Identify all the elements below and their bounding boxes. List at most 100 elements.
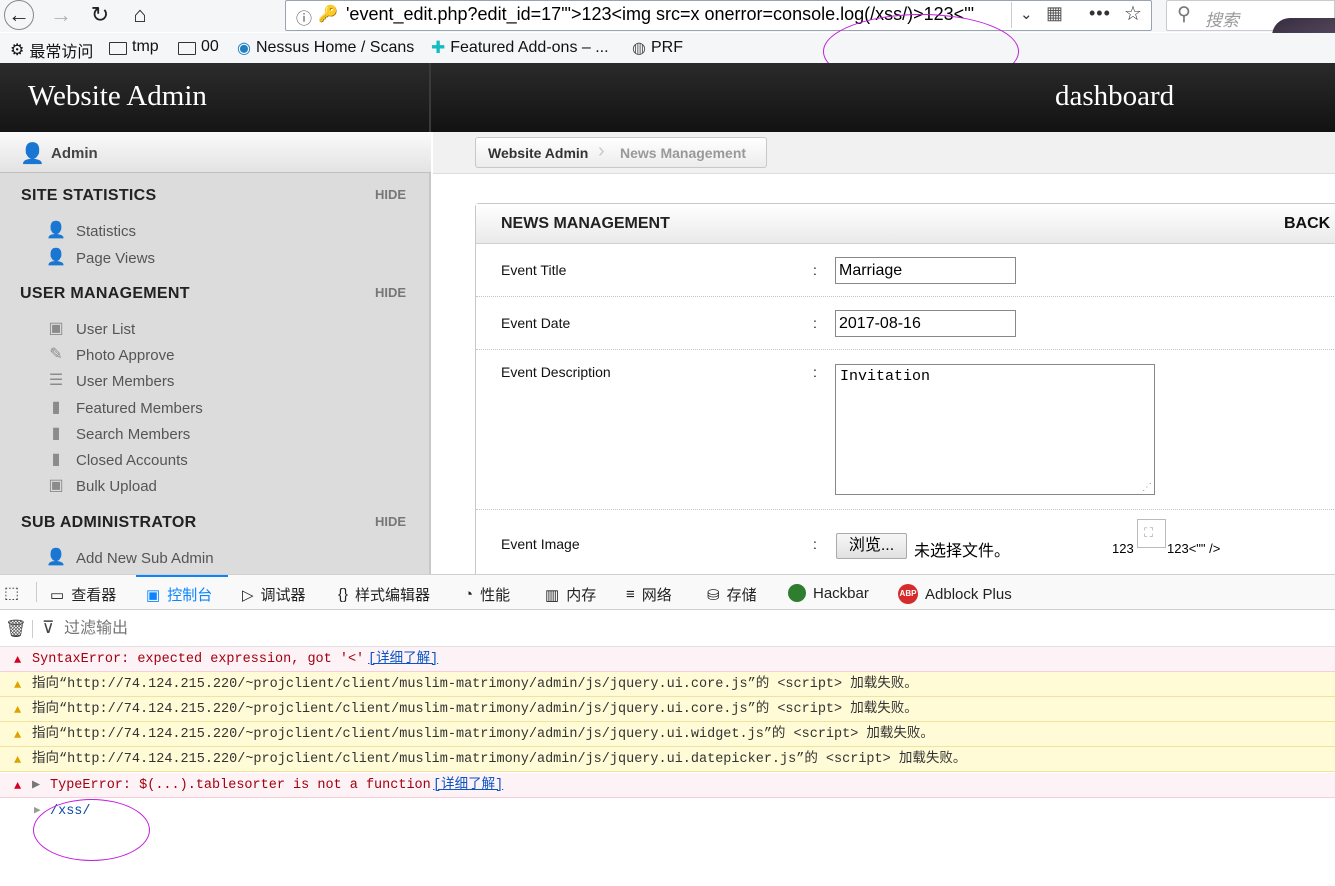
- sidebar-item-add-sub-admin[interactable]: 👤 Add New Sub Admin: [46, 548, 214, 568]
- console-warning: ▲ 指向“http://74.124.215.220/~projclient/c…: [0, 747, 1335, 772]
- event-image-label: Event Image: [501, 536, 580, 552]
- sidebar-item-user-members[interactable]: ☰ User Members: [46, 371, 175, 391]
- sidebar-item-photo-approve[interactable]: ✎ Photo Approve: [46, 345, 174, 365]
- sidebar-item-label: Add New Sub Admin: [76, 549, 214, 567]
- tab-performance[interactable]: ◔ 性能: [464, 584, 510, 605]
- qr-code-icon[interactable]: ▦: [1046, 3, 1063, 24]
- database-icon: ⛁: [707, 586, 720, 604]
- reload-button[interactable]: ↻: [84, 0, 116, 30]
- hide-toggle[interactable]: HIDE: [375, 187, 406, 202]
- no-file-text: 未选择文件。: [914, 543, 1011, 560]
- sidebar-item-featured-members[interactable]: ▮ Featured Members: [46, 398, 203, 418]
- user-add-icon: 👤: [46, 549, 66, 566]
- learn-more-link[interactable]: [详细了解]: [368, 647, 438, 672]
- event-title-input[interactable]: [835, 257, 1016, 284]
- message-text: 指向“http://74.124.215.220/~projclient/cli…: [32, 752, 967, 767]
- element-picker-icon[interactable]: ⬚: [4, 583, 19, 603]
- tab-label: 存储: [726, 587, 757, 604]
- divider: [36, 582, 37, 602]
- sidebar-item-statistics[interactable]: 👤 Statistics: [46, 221, 136, 241]
- message-text: 指向“http://74.124.215.220/~projclient/cli…: [32, 677, 918, 692]
- filter-input[interactable]: [64, 617, 464, 641]
- sidebar-item-closed-accounts[interactable]: ▮ Closed Accounts: [46, 450, 188, 470]
- url-divider: [1011, 2, 1012, 28]
- sidebar-item-label: Statistics: [76, 222, 137, 240]
- more-icon[interactable]: •••: [1089, 3, 1111, 24]
- bookmark-addons[interactable]: ✚ Featured Add-ons – ...: [431, 38, 609, 58]
- tab-label: 网络: [641, 587, 672, 604]
- tab-label: 样式编辑器: [355, 587, 431, 604]
- bookmark-icon: ▮: [51, 451, 61, 468]
- resize-grip-icon[interactable]: ⋰: [1142, 482, 1152, 494]
- sidebar-item-user-list[interactable]: ▣ User List: [46, 319, 135, 339]
- tab-inspector[interactable]: ▭ 查看器: [50, 584, 116, 605]
- bookmark-most-visited[interactable]: ⚙ 最常访问: [10, 38, 93, 62]
- forward-button[interactable]: →: [45, 0, 77, 30]
- back-button[interactable]: BACK: [1284, 215, 1330, 233]
- sidebar-item-search-members[interactable]: ▮ Search Members: [46, 424, 191, 444]
- bookmark-icon: ▮: [51, 425, 61, 442]
- tab-adblock[interactable]: ABP Adblock Plus: [898, 584, 1012, 604]
- active-tab-indicator: [136, 575, 228, 577]
- bookmark-00[interactable]: 00: [178, 38, 219, 56]
- tab-label: 性能: [480, 587, 511, 604]
- hide-toggle[interactable]: HIDE: [375, 285, 406, 300]
- event-date-input[interactable]: [835, 310, 1016, 337]
- tab-console[interactable]: ▣ 控制台: [146, 584, 212, 605]
- tab-style-editor[interactable]: {} 样式编辑器: [338, 584, 430, 605]
- bookmark-nessus[interactable]: ◉ Nessus Home / Scans: [237, 38, 414, 58]
- browse-button[interactable]: 浏览...: [836, 533, 907, 559]
- event-description-textarea[interactable]: Invitation ⋰: [835, 364, 1155, 495]
- colon: :: [813, 364, 817, 380]
- expand-arrow-icon[interactable]: ▶: [32, 773, 40, 798]
- news-panel: NEWS MANAGEMENT BACK Event Title : Event…: [475, 203, 1335, 583]
- dashboard-title: dashboard: [1055, 80, 1175, 112]
- message-text: SyntaxError: expected expression, got '<…: [32, 652, 365, 667]
- learn-more-link[interactable]: [详细了解]: [433, 773, 503, 798]
- hide-toggle[interactable]: HIDE: [375, 514, 406, 529]
- gear-icon: ⚙: [10, 42, 25, 59]
- row-event-date: Event Date :: [476, 297, 1335, 350]
- bookmark-tmp[interactable]: tmp: [109, 38, 159, 56]
- colon: :: [813, 536, 817, 552]
- breadcrumb-home[interactable]: Website Admin: [488, 145, 588, 161]
- warning-icon: ▲: [14, 678, 22, 692]
- console-warning: ▲ 指向“http://74.124.215.220/~projclient/c…: [0, 672, 1335, 697]
- sidebar-item-page-views[interactable]: 👤 Page Views: [46, 248, 155, 268]
- colon: :: [813, 315, 817, 331]
- bookmark-label: 00: [201, 38, 219, 55]
- console-warning: ▲ 指向“http://74.124.215.220/~projclient/c…: [0, 722, 1335, 747]
- tab-debugger[interactable]: ▷ 调试器: [242, 584, 306, 605]
- error-icon: ▲: [14, 653, 22, 667]
- trash-icon[interactable]: 🗑: [5, 619, 27, 639]
- tab-network[interactable]: ≡ 网络: [626, 584, 672, 605]
- network-icon: ≡: [626, 586, 635, 603]
- warning-icon: ▲: [14, 728, 22, 742]
- annotation-circle: [33, 799, 150, 861]
- bookmark-prf[interactable]: ◍ PRF: [632, 38, 683, 58]
- bookmark-star-icon[interactable]: ☆: [1124, 1, 1142, 26]
- tab-memory[interactable]: ▥ 内存: [545, 584, 596, 605]
- sidebar-item-label: Closed Accounts: [76, 451, 188, 469]
- user-icon: 👤: [20, 143, 45, 165]
- chevron-down-icon[interactable]: ⌄: [1020, 5, 1033, 23]
- home-button[interactable]: ⌂: [124, 0, 156, 30]
- console-error: ▲ ▶ TypeError: $(...).tablesorter is not…: [0, 773, 1335, 798]
- section-sub-administrator: SUB ADMINISTRATOR: [21, 514, 197, 531]
- tab-hackbar[interactable]: Hackbar: [788, 584, 869, 602]
- bookmarks-bar: ⚙ 最常访问 tmp 00 ◉ Nessus Home / Scans ✚ Featu…: [0, 33, 1335, 63]
- back-button[interactable]: ←: [4, 0, 34, 30]
- filter-icon: ⊽: [42, 618, 55, 637]
- reload-icon: ↻: [90, 2, 110, 27]
- tab-label: 控制台: [167, 587, 213, 604]
- document-add-icon: ▣: [48, 477, 64, 494]
- sidebar-item-bulk-upload[interactable]: ▣ Bulk Upload: [46, 476, 156, 496]
- tab-storage[interactable]: ⛁ 存储: [707, 584, 757, 605]
- browser-toolbar: ← → ↻ ⌂ ⓘ 🔑 'event_edit.php?edit_id=17'"…: [0, 0, 1335, 104]
- tab-label: 查看器: [71, 587, 117, 604]
- sidebar-item-label: Search Members: [76, 425, 191, 443]
- bookmark-label: PRF: [650, 39, 683, 56]
- key-icon: 🔑: [318, 6, 338, 23]
- url-bar[interactable]: ⓘ 🔑 'event_edit.php?edit_id=17'">123<img…: [285, 0, 1152, 31]
- breadcrumb-current[interactable]: News Management: [620, 145, 746, 161]
